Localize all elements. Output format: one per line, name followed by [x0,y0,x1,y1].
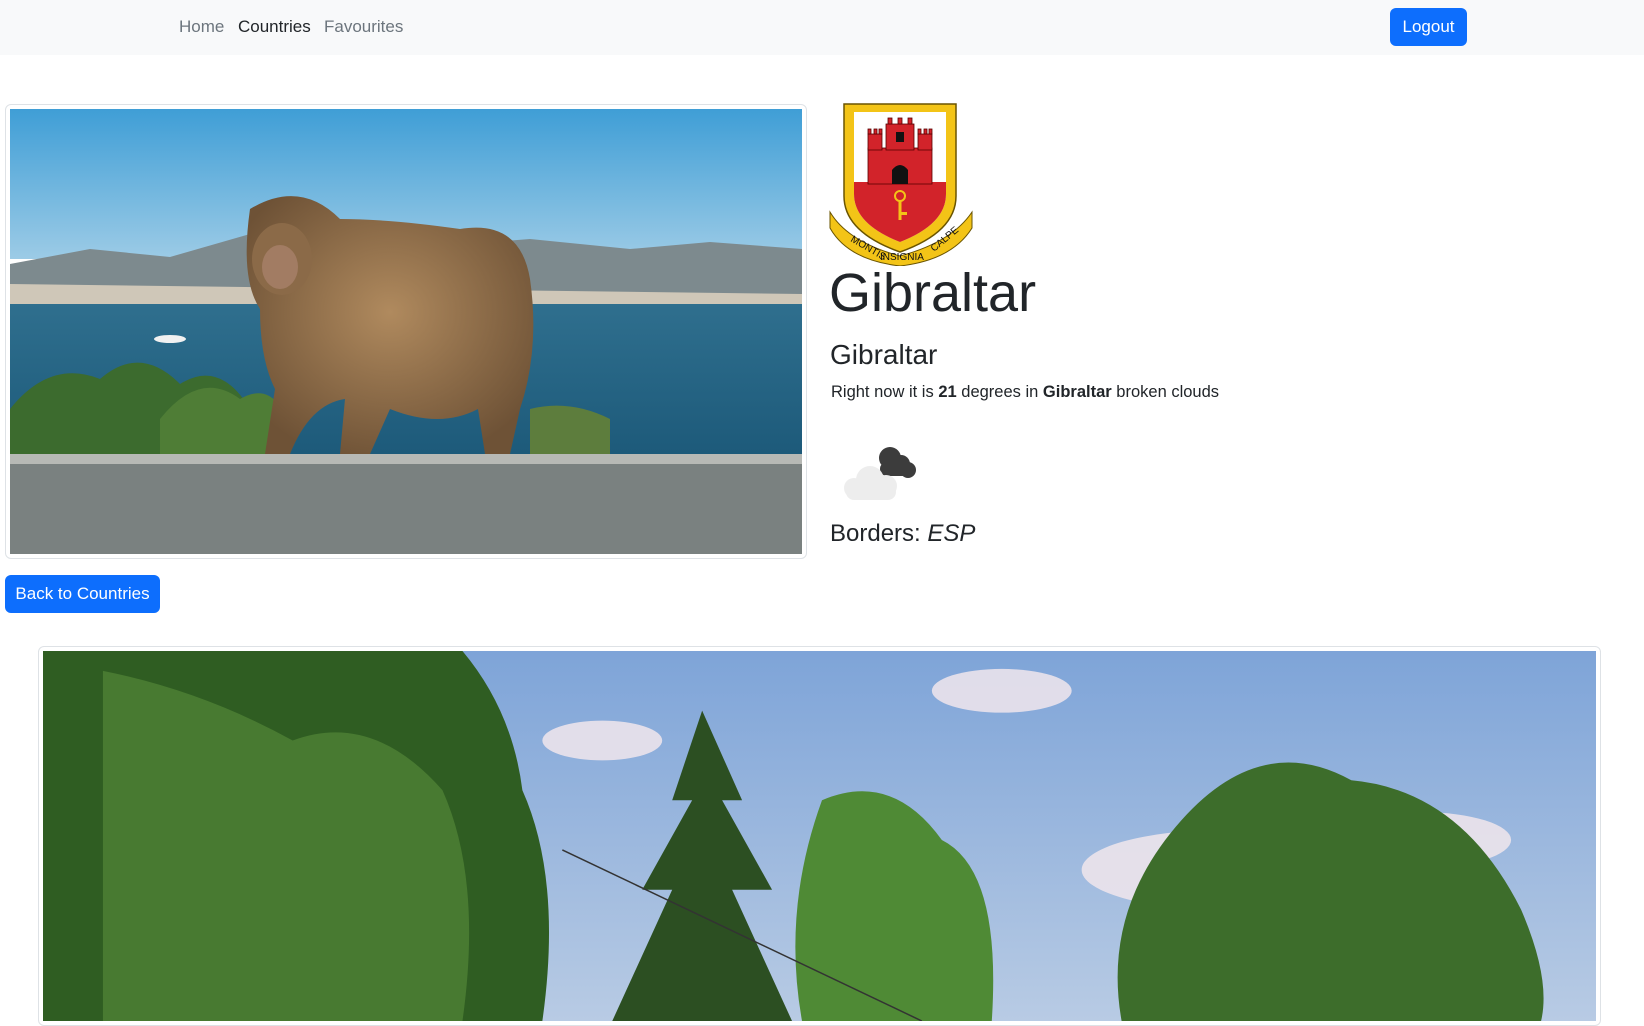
navbar: Home Countries Favourites Logout [0,0,1644,55]
back-to-countries-button[interactable]: Back to Countries [5,575,160,613]
nav-favourites-link[interactable]: Favourites [324,17,403,37]
weather-middle: degrees in [961,383,1039,401]
logout-button[interactable]: Logout [1390,8,1467,46]
coat-of-arms-image: MONTIS INSIGNIA CALPE [828,100,974,267]
broken-clouds-icon [840,436,922,500]
borders-codes[interactable]: ESP [927,520,975,547]
weather-description: broken clouds [1116,383,1220,401]
weather-prefix: Right now it is [831,383,934,401]
weather-temperature: 21 [938,383,957,401]
borders-label: Borders: [830,520,921,547]
country-photo-secondary [38,646,1601,1026]
country-photo [5,104,807,559]
country-name: Gibraltar [829,263,1037,323]
weather-city: Gibraltar [1042,383,1112,401]
weather-sentence: Right now it is 21 degrees in Gibraltar … [831,383,1219,402]
nav-countries-link[interactable]: Countries [238,17,311,37]
capital-name: Gibraltar [830,339,938,370]
nav-home-link[interactable]: Home [179,17,224,37]
borders-line: Borders: ESP [830,520,975,548]
crest-motto-2: INSIGNIA [880,252,924,263]
